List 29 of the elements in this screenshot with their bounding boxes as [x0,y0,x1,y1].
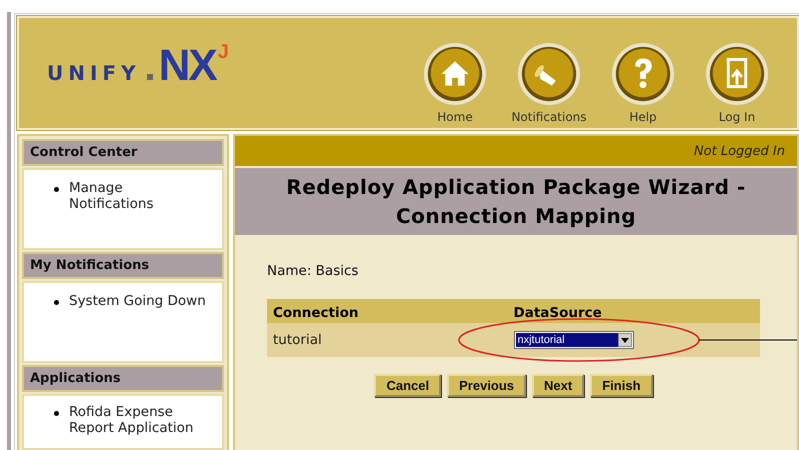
door-icon [705,42,769,106]
section-header: My Notifications [22,252,224,279]
wizard-button[interactable]: Previous [447,374,526,397]
sidebar-link[interactable]: Manage Notifications [69,180,206,212]
megaphone-icon [517,42,581,106]
column-header: Connection [273,305,360,321]
sidebar-link[interactable]: System Going Down [69,293,206,309]
wizard-button[interactable]: Cancel [374,374,442,397]
sidebar-link[interactable]: Rofida Expense Report Application [69,404,206,436]
wizard-button[interactable]: Finish [590,374,653,397]
datasource-dropdown[interactable]: nxjtutorial [514,331,634,349]
package-name: Name: Basics [267,263,360,279]
page-title: Redeploy Application Package Wizard - Connection Mapping [235,168,797,235]
column-header: DataSource [514,305,603,321]
bullet-icon [54,300,59,305]
house-icon [423,42,487,106]
bullet-icon [54,187,59,192]
wizard-button[interactable]: Next [532,374,584,397]
bullet-icon [54,411,59,416]
nav-link[interactable]: Notifications [509,42,589,124]
dropdown-arrow-icon [620,338,628,342]
help-icon [611,42,675,106]
nav-link[interactable]: Home [415,42,495,124]
table-cell-text: tutorial [273,332,323,348]
nav-link[interactable]: Help [603,42,683,124]
section-header: Control Center [22,139,224,166]
section-header: Applications [22,365,224,392]
nav-link[interactable]: Log In [697,42,777,124]
login-status: Not Logged In [694,144,785,158]
